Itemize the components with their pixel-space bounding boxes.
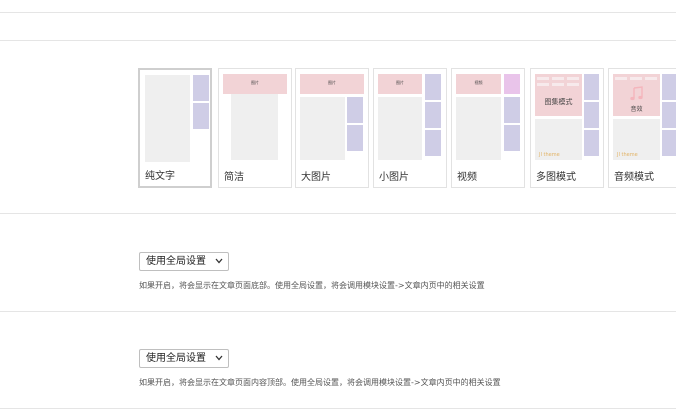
image-badge: 图片 bbox=[396, 80, 404, 85]
bottom-display-select[interactable]: 使用全局设置 bbox=[139, 252, 229, 271]
layout-option-label: 纯文字 bbox=[145, 171, 175, 182]
content-placeholder bbox=[456, 97, 501, 160]
image-badge: 图片 bbox=[328, 80, 336, 85]
content-placeholder bbox=[378, 97, 422, 160]
sidebar-block bbox=[662, 74, 676, 100]
sidebar-block bbox=[584, 74, 599, 100]
sidebar-block bbox=[662, 102, 676, 128]
layout-option-text[interactable]: 纯文字 bbox=[138, 68, 212, 188]
sidebar-block bbox=[504, 97, 520, 123]
music-note-icon bbox=[630, 86, 643, 101]
layout-option-label: 小图片 bbox=[379, 172, 409, 183]
divider bbox=[0, 40, 676, 41]
divider bbox=[0, 311, 676, 312]
video-badge: 视频 bbox=[474, 80, 483, 85]
theme-watermark: JI theme bbox=[617, 152, 638, 158]
select-value: 使用全局设置 bbox=[146, 256, 206, 267]
video-side-block bbox=[504, 74, 520, 94]
sidebar-block bbox=[425, 102, 441, 128]
layout-option-simple[interactable]: 图片 简洁 bbox=[218, 68, 292, 188]
layout-option-video[interactable]: 视频 视频 bbox=[451, 68, 525, 188]
layout-option-label: 多图模式 bbox=[536, 172, 576, 183]
divider bbox=[0, 12, 676, 13]
chevron-down-icon bbox=[215, 258, 223, 264]
layout-picker: 纯文字 图片 简洁 图片 大图片 图片 小图片 视频 视频 图集模式 JI th… bbox=[138, 68, 676, 190]
sidebar-block bbox=[584, 102, 599, 128]
content-placeholder bbox=[300, 97, 345, 160]
gallery-banner bbox=[535, 74, 582, 116]
layout-option-label: 简洁 bbox=[224, 172, 244, 183]
divider bbox=[0, 408, 676, 409]
content-placeholder bbox=[231, 94, 278, 160]
top-help-text: 如果开启，将会显示在文章页面内容顶部。使用全局设置，将会调用模块设置->文章内页… bbox=[139, 378, 501, 387]
audio-title: 音效 bbox=[630, 106, 643, 113]
sidebar-block bbox=[347, 97, 363, 123]
layout-option-small[interactable]: 图片 小图片 bbox=[373, 68, 447, 188]
layout-option-label: 视频 bbox=[457, 172, 477, 183]
bottom-help-text: 如果开启，将会显示在文章页面底部。使用全局设置，将会调用模块设置->文章内页中的… bbox=[139, 281, 485, 290]
layout-option-label: 音频模式 bbox=[614, 172, 654, 183]
select-value: 使用全局设置 bbox=[146, 353, 206, 364]
sidebar-block bbox=[504, 125, 520, 151]
chevron-down-icon bbox=[215, 355, 223, 361]
layout-option-gallery[interactable]: 图集模式 JI theme 多图模式 bbox=[530, 68, 604, 188]
sidebar-block bbox=[662, 130, 676, 156]
gallery-title: 图集模式 bbox=[544, 98, 573, 106]
sidebar-block bbox=[425, 74, 441, 100]
layout-option-large[interactable]: 图片 大图片 bbox=[295, 68, 369, 188]
layout-option-label: 大图片 bbox=[301, 172, 331, 183]
theme-watermark: JI theme bbox=[539, 152, 560, 158]
sidebar-block bbox=[425, 130, 441, 156]
sidebar-block bbox=[584, 130, 599, 156]
sidebar-block bbox=[193, 103, 209, 129]
content-placeholder bbox=[145, 75, 190, 162]
divider bbox=[0, 213, 676, 214]
image-badge: 图片 bbox=[251, 80, 259, 85]
sidebar-block bbox=[193, 75, 209, 101]
sidebar-block bbox=[347, 125, 363, 151]
top-display-select[interactable]: 使用全局设置 bbox=[139, 349, 229, 368]
layout-option-audio[interactable]: 音效 JI theme 音频模式 bbox=[608, 68, 676, 188]
